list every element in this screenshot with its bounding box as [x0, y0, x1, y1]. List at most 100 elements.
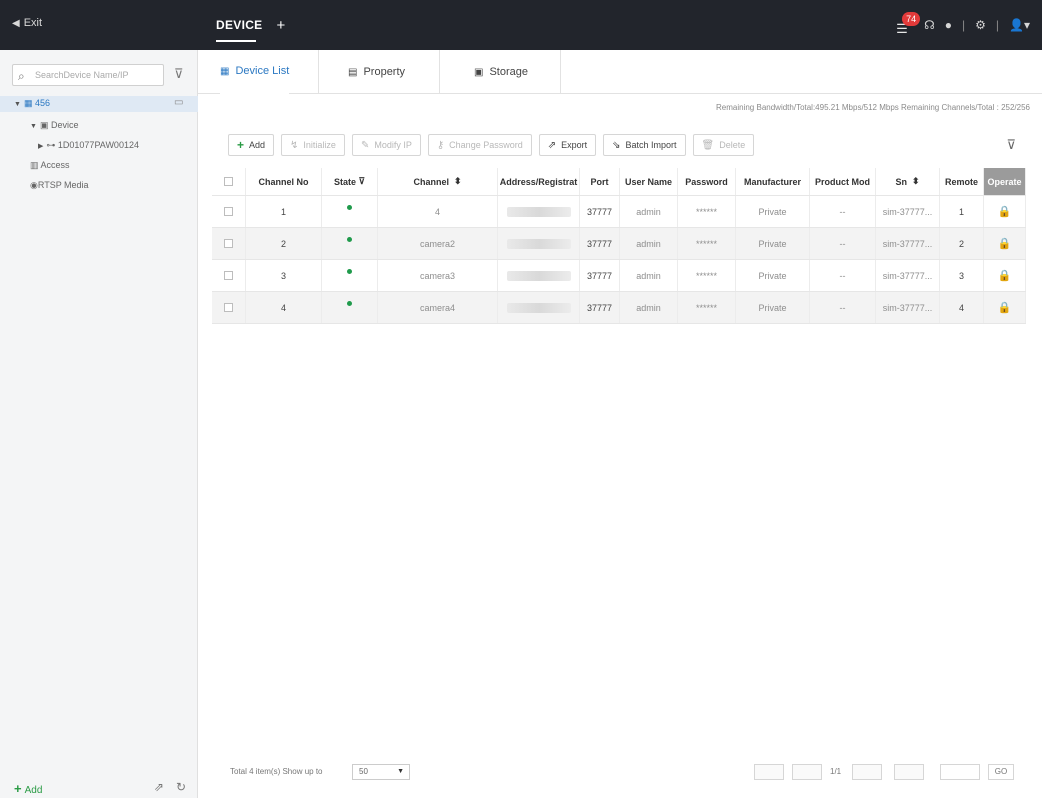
cell-password: ******	[678, 228, 736, 259]
col-password[interactable]: Password	[678, 168, 736, 195]
row-checkbox[interactable]	[224, 239, 233, 248]
cell-user-name: admin	[620, 228, 678, 259]
initialize-button[interactable]: ↯ Initialize	[281, 134, 345, 156]
col-state[interactable]: State ⊽	[322, 168, 378, 195]
lock-icon[interactable]: 🔒	[998, 205, 1012, 218]
row-checkbox-cell[interactable]	[212, 292, 246, 323]
change-password-button[interactable]: ⚷ Change Password	[427, 134, 532, 156]
gear-icon[interactable]: ⚙	[975, 18, 986, 32]
device-icon[interactable]: ▭	[174, 97, 183, 108]
expand-icon[interactable]: ▼	[30, 123, 37, 130]
next-page-button[interactable]	[852, 764, 882, 780]
row-checkbox-cell[interactable]	[212, 196, 246, 227]
cell-address	[498, 292, 580, 323]
modify-ip-button[interactable]: ✎ Modify IP	[351, 134, 421, 156]
col-operate[interactable]: Operate	[984, 168, 1026, 195]
col-channel[interactable]: Channel ⬍	[378, 168, 498, 195]
sort-icon[interactable]: ⬍	[912, 176, 920, 187]
col-manufacturer[interactable]: Manufacturer	[736, 168, 810, 195]
select-all-checkbox[interactable]	[224, 177, 233, 186]
row-checkbox-cell[interactable]	[212, 260, 246, 291]
tab-device-list[interactable]: ▦ Device List	[220, 50, 290, 94]
tree-item-access[interactable]: ▥ Access	[30, 160, 70, 171]
device-tab-label: DEVICE	[216, 18, 263, 32]
row-checkbox[interactable]	[224, 303, 233, 312]
cell-port: 37777	[580, 292, 620, 323]
select-all-checkbox-cell[interactable]	[212, 168, 246, 195]
col-port[interactable]: Port	[580, 168, 620, 195]
export-icon[interactable]: ⇗	[154, 780, 164, 794]
row-checkbox[interactable]	[224, 271, 233, 280]
filter-icon[interactable]: ⊽	[174, 66, 184, 82]
sidebar-add-button[interactable]: + Add	[14, 781, 42, 796]
col-product-model[interactable]: Product Mod	[810, 168, 876, 195]
cell-operate[interactable]: 🔒	[984, 196, 1026, 227]
page-size-select[interactable]: 50 ▼	[352, 764, 410, 780]
tree-item-device[interactable]: ▼ ▣ Device	[30, 120, 78, 131]
search-input[interactable]: ⌕ SearchDevice Name/IP	[12, 64, 164, 86]
lock-icon[interactable]: 🔒	[998, 269, 1012, 282]
col-channel-no[interactable]: Channel No	[246, 168, 322, 195]
add-tab-button[interactable]: +	[276, 17, 285, 34]
change-password-label: Change Password	[449, 140, 523, 150]
import-icon: ⇘	[612, 139, 621, 151]
tree-item-rtsp[interactable]: ◉RTSP Media	[30, 180, 89, 191]
col-remote[interactable]: Remote	[940, 168, 984, 195]
refresh-icon[interactable]: ↻	[176, 780, 186, 794]
add-button[interactable]: + Add	[228, 134, 275, 156]
plus-icon: +	[237, 138, 245, 152]
row-checkbox-cell[interactable]	[212, 228, 246, 259]
sub-tabs: ▦ Device List ▤ Property ▣ Storage	[198, 50, 1042, 94]
online-status-icon	[347, 269, 352, 274]
row-checkbox[interactable]	[224, 207, 233, 216]
cell-operate[interactable]: 🔒	[984, 292, 1026, 323]
redacted-address	[506, 238, 571, 249]
headset-icon[interactable]: ☊	[924, 18, 935, 32]
export-icon: ⇗	[547, 139, 557, 151]
alarm-button[interactable]: ☰ 74	[894, 12, 921, 36]
status-icon[interactable]: ●	[945, 18, 952, 32]
delete-button[interactable]: 🗑 Delete	[692, 134, 755, 156]
col-address[interactable]: Address/Registrat	[498, 168, 580, 195]
first-page-button[interactable]	[754, 764, 784, 780]
server-icon: ▦	[23, 98, 33, 108]
tree-root[interactable]: ▼ ▦ 456 ▭	[0, 96, 198, 112]
last-page-button[interactable]	[894, 764, 924, 780]
tree-item-device-child[interactable]: ▶ ⊶ 1D01077PAW00124	[38, 140, 139, 151]
lock-icon[interactable]: 🔒	[998, 237, 1012, 250]
sort-icon[interactable]: ⬍	[454, 176, 462, 187]
tab-device[interactable]: DEVICE +	[200, 0, 299, 50]
user-icon[interactable]: 👤▾	[1009, 18, 1030, 32]
page-size-value: 50	[359, 767, 368, 776]
cell-address	[498, 260, 580, 291]
cell-operate[interactable]: 🔒	[984, 260, 1026, 291]
exit-button[interactable]: ◀ Exit	[12, 17, 42, 29]
cell-operate[interactable]: 🔒	[984, 228, 1026, 259]
column-filter-icon[interactable]: ⊽	[1006, 137, 1016, 153]
lock-icon[interactable]: 🔒	[998, 301, 1012, 314]
table-row[interactable]: 3 camera3 37777 admin ****** Private -- sim-377…	[212, 260, 1026, 292]
tab-storage[interactable]: ▣ Storage	[474, 50, 528, 94]
tab-label: Storage	[489, 66, 528, 78]
export-button[interactable]: ⇗ Export	[538, 134, 597, 156]
trash-icon: 🗑	[701, 139, 715, 151]
cell-manufacturer: Private	[736, 292, 810, 323]
filter-icon[interactable]: ⊽	[358, 176, 365, 187]
col-user-name[interactable]: User Name	[620, 168, 678, 195]
col-sn[interactable]: Sn ⬍	[876, 168, 940, 195]
cell-address	[498, 228, 580, 259]
collapse-icon[interactable]: ▶	[38, 143, 43, 150]
expand-icon[interactable]: ▼	[14, 101, 21, 108]
page-jump-input[interactable]	[940, 764, 980, 780]
table-row[interactable]: 1 4 37777 admin ****** Private -- sim-37777... 1…	[212, 196, 1026, 228]
table-row[interactable]: 2 camera2 37777 admin ****** Private -- sim-377…	[212, 228, 1026, 260]
prev-page-button[interactable]	[792, 764, 822, 780]
table-row[interactable]: 4 camera4 37777 admin ****** Private -- sim-377…	[212, 292, 1026, 324]
go-button[interactable]: GO	[988, 764, 1014, 780]
tab-label: Device List	[235, 65, 290, 77]
tab-property[interactable]: ▤ Property	[348, 50, 405, 94]
redacted-address	[506, 206, 571, 217]
alarm-count-badge: 74	[902, 12, 921, 26]
cell-channel-no: 3	[246, 260, 322, 291]
batch-import-button[interactable]: ⇘ Batch Import	[603, 134, 686, 156]
